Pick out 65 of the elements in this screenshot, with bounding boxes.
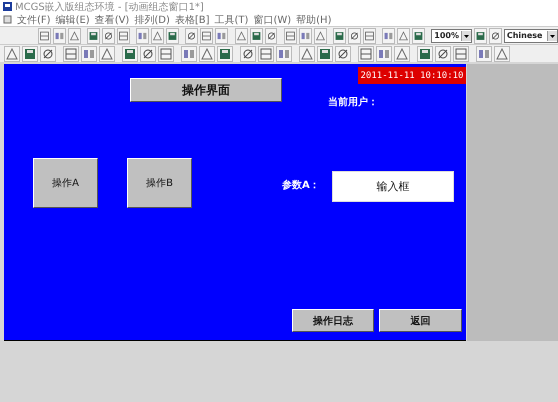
tool-icon[interactable] (412, 28, 425, 44)
action-button[interactable]: 操作A (33, 158, 98, 208)
menu-item[interactable]: 编辑(E) (56, 12, 90, 26)
caret-icon (460, 30, 471, 40)
tool-icon[interactable] (240, 46, 256, 62)
action-button[interactable]: 返回 (379, 309, 462, 332)
menu-item[interactable]: 工具(T) (214, 12, 248, 26)
tool-icon[interactable] (38, 28, 51, 44)
language-dropdown[interactable]: Chinese (504, 28, 558, 42)
tool-icon[interactable] (397, 28, 410, 44)
tool-icon[interactable] (250, 28, 262, 44)
tool-icon[interactable] (332, 28, 346, 44)
tool-icon[interactable] (122, 46, 138, 62)
tool-icon[interactable] (117, 28, 130, 44)
tool-icon[interactable] (284, 28, 297, 44)
tool-icon[interactable] (63, 46, 79, 62)
tool-icon[interactable] (151, 28, 164, 44)
caret-icon (546, 30, 557, 40)
tool-icon[interactable] (394, 46, 410, 62)
tool-icon[interactable] (358, 46, 374, 62)
datetime-display: 2011-11-11 10:10:10 (358, 67, 466, 84)
tool-icon[interactable] (348, 28, 361, 44)
tool-icon[interactable] (4, 46, 20, 62)
tool-icon[interactable] (140, 46, 156, 62)
tool-icon[interactable] (99, 46, 115, 62)
window-title: MCGS嵌入版组态环境 - [动画组态窗口1*] (15, 0, 204, 14)
tool-icon[interactable] (199, 46, 215, 62)
action-button[interactable]: 操作B (127, 158, 192, 208)
action-button[interactable]: 操作日志 (292, 309, 374, 332)
param-label: 参数A： (282, 178, 320, 192)
tool-icon[interactable] (264, 28, 278, 44)
tool-icon[interactable] (87, 28, 100, 44)
tool-icon[interactable] (258, 46, 274, 62)
tool-icon[interactable] (40, 46, 56, 62)
tool-icon[interactable] (68, 28, 81, 44)
tool-icon[interactable] (317, 46, 333, 62)
menu-item[interactable]: 文件(F) (17, 12, 51, 26)
menu-item[interactable]: 帮助(H) (296, 12, 332, 26)
user-label: 当前用户： (328, 95, 378, 109)
document-icon[interactable] (3, 15, 12, 24)
menu-item[interactable]: 窗口(W) (253, 12, 292, 26)
tool-icon[interactable] (234, 28, 248, 44)
tool-icon[interactable] (185, 28, 198, 44)
tool-icon[interactable] (335, 46, 351, 62)
tool-icon[interactable] (417, 46, 433, 62)
tool-icon[interactable] (488, 28, 502, 44)
tool-icon[interactable] (102, 28, 116, 44)
tool-icon[interactable] (158, 46, 174, 62)
tool-icon[interactable] (494, 46, 510, 62)
tool-icon[interactable] (22, 46, 38, 62)
tool-icon[interactable] (200, 28, 214, 44)
input-field[interactable]: 输入框 (332, 171, 454, 202)
tool-icon[interactable] (435, 46, 451, 62)
menu-item[interactable]: 排列(D) (134, 12, 170, 26)
tool-icon[interactable] (453, 46, 469, 62)
zoom-dropdown[interactable]: 100% (431, 28, 472, 42)
menu-item[interactable]: 查看(V) (94, 12, 130, 26)
menu-item[interactable]: 表格[B] (174, 12, 210, 26)
tool-icon[interactable] (314, 28, 327, 44)
tool-icon[interactable] (217, 46, 233, 62)
tool-icon[interactable] (166, 28, 180, 44)
tool-icon[interactable] (474, 28, 487, 44)
tool-icon[interactable] (299, 46, 315, 62)
screen-title: 操作界面 (130, 78, 282, 102)
tool-icon[interactable] (362, 28, 376, 44)
